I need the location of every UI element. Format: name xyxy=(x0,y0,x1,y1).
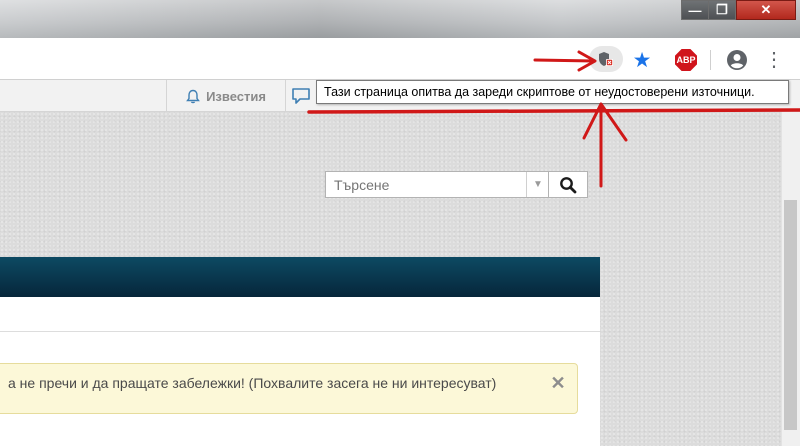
annotation-arrow-right xyxy=(533,58,596,63)
annotation-overlay xyxy=(307,50,800,188)
annotation-underline xyxy=(307,108,800,114)
